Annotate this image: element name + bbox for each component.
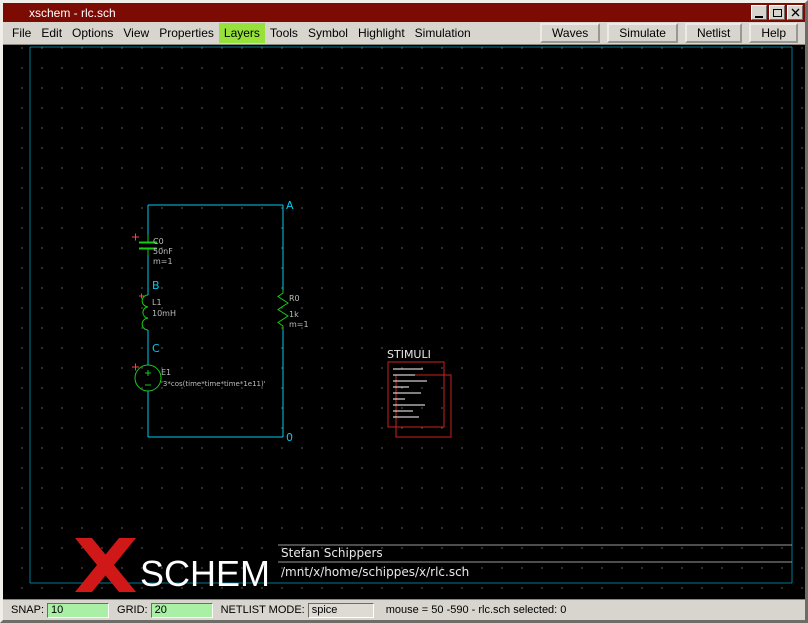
window-title: xschem - rlc.sch [29,6,116,20]
capacitor-mult[interactable]: m=1 [153,257,173,266]
component-stimuli[interactable]: STIMULI [387,348,451,437]
stimuli-label: STIMULI [387,348,431,361]
source-value[interactable]: '3*cos(time*time*time*1e11)' [161,380,266,388]
component-source[interactable]: E1 '3*cos(time*time*time*1e11)' [132,364,266,392]
net-label-gnd[interactable]: 0 [286,431,293,444]
snap-input[interactable] [47,603,109,618]
menu-properties[interactable]: Properties [154,23,219,43]
window-controls [751,5,803,20]
capacitor-name[interactable]: C0 [153,237,164,246]
component-resistor[interactable]: R0 1k m=1 [278,290,309,330]
component-inductor[interactable]: L1 10mH [139,294,176,331]
resistor-name[interactable]: R0 [289,294,300,303]
minimize-button[interactable] [751,5,767,20]
menu-file[interactable]: File [7,23,36,43]
titleblock-path[interactable]: /mnt/x/home/schippes/x/rlc.sch [281,565,469,579]
xschem-window: xschem - rlc.sch File Edit Options View … [0,0,808,623]
snap-label: SNAP: [11,604,44,616]
stimuli-text-lines [393,369,427,417]
menu-bar: File Edit Options View Properties Layers… [3,22,805,45]
schematic-drawing: A B C 0 C0 50nF m=1 L1 10mH [3,45,805,599]
mouse-status-text: mouse = 50 -590 - rlc.sch selected: 0 [386,604,567,616]
maximize-icon [773,9,782,17]
minimize-icon [755,16,763,18]
menu-options[interactable]: Options [67,23,118,43]
resistor-value[interactable]: 1k [289,310,299,319]
source-polarity-marks [145,370,151,385]
xschem-logo: SCHEM [75,538,270,594]
netlist-mode-label: NETLIST MODE: [221,604,305,616]
status-bar: SNAP: GRID: NETLIST MODE: mouse = 50 -59… [3,599,805,620]
capacitor-plus-pin [132,234,139,241]
menu-highlight[interactable]: Highlight [353,23,410,43]
resistor-zigzag [278,290,288,330]
schematic-canvas[interactable]: A B C 0 C0 50nF m=1 L1 10mH [3,45,805,599]
toolbar-buttons: Waves Simulate Netlist Help [540,23,801,43]
netlist-mode-input[interactable] [308,603,374,618]
inductor-name[interactable]: L1 [152,298,162,307]
grid-input[interactable] [151,603,213,618]
title-bar[interactable]: xschem - rlc.sch [3,3,805,22]
net-labels: A B C 0 [152,199,294,444]
source-name[interactable]: E1 [161,368,171,377]
circuit-wires[interactable] [148,205,283,437]
source-circle [135,365,161,391]
simulate-button[interactable]: Simulate [607,23,678,43]
menu-view[interactable]: View [118,23,154,43]
resistor-mult[interactable]: m=1 [289,320,309,329]
maximize-button[interactable] [769,5,785,20]
menu-layers[interactable]: Layers [219,23,265,43]
titleblock-author[interactable]: Stefan Schippers [281,546,383,560]
stimuli-box-shadow [396,375,451,437]
menu-symbol[interactable]: Symbol [303,23,353,43]
help-button[interactable]: Help [749,23,798,43]
inductor-coil [142,295,148,330]
logo-text: SCHEM [140,553,270,594]
menu-edit[interactable]: Edit [36,23,67,43]
grid-label: GRID: [117,604,148,616]
net-label-b[interactable]: B [152,279,160,292]
menu-simulation[interactable]: Simulation [410,23,476,43]
net-label-c[interactable]: C [152,342,160,355]
waves-button[interactable]: Waves [540,23,600,43]
close-icon [791,8,800,17]
sheet-frame [30,47,792,583]
netlist-button[interactable]: Netlist [685,23,742,43]
component-capacitor[interactable]: C0 50nF m=1 [132,234,173,267]
menu-tools[interactable]: Tools [265,23,303,43]
net-label-a[interactable]: A [286,199,294,212]
inductor-value[interactable]: 10mH [152,309,176,318]
capacitor-value[interactable]: 50nF [153,247,173,256]
close-button[interactable] [787,5,803,20]
